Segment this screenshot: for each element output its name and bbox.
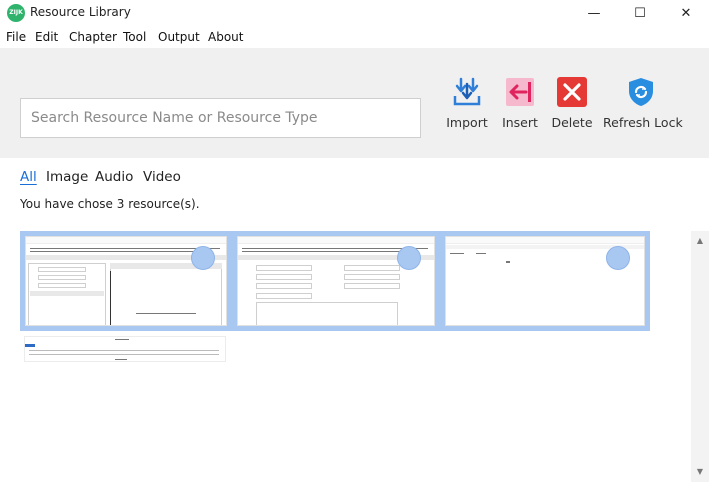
maximize-button[interactable]: ☐ — [617, 0, 663, 27]
resource-card[interactable] — [232, 231, 440, 331]
refresh-lock-button[interactable]: Refresh Lock — [603, 76, 683, 136]
import-icon — [453, 77, 481, 106]
window-title: Resource Library — [30, 5, 131, 19]
tab-video[interactable]: Video — [143, 169, 181, 185]
scroll-down-arrow-icon[interactable]: ▼ — [691, 464, 709, 480]
resource-library-window: ZIJK Resource Library — ☐ ✕ File Edit Ch… — [0, 0, 709, 482]
tab-audio[interactable]: Audio — [95, 169, 133, 185]
delete-button[interactable]: Delete — [540, 76, 604, 136]
scroll-up-arrow-icon[interactable]: ▲ — [691, 233, 709, 249]
app-logo-icon: ZIJK — [7, 4, 25, 22]
toolbar: Import Insert Delete — [0, 48, 709, 158]
title-bar: ZIJK Resource Library — ☐ ✕ — [0, 0, 709, 27]
selected-check-icon[interactable] — [397, 246, 421, 270]
selected-check-icon[interactable] — [606, 246, 630, 270]
refresh-lock-label: Refresh Lock — [603, 115, 683, 130]
menu-bar: File Edit Chapter Tool Output About — [0, 27, 709, 48]
resource-card[interactable] — [20, 333, 230, 365]
search-box — [20, 98, 421, 138]
menu-chapter[interactable]: Chapter — [69, 30, 117, 44]
resource-grid — [20, 231, 690, 482]
delete-x-icon — [557, 77, 587, 107]
shield-refresh-icon — [629, 78, 653, 106]
delete-label: Delete — [551, 115, 593, 130]
resource-card[interactable] — [440, 231, 650, 331]
menu-file[interactable]: File — [6, 30, 26, 44]
resource-card[interactable] — [20, 231, 232, 331]
tab-all[interactable]: All — [20, 169, 37, 185]
tab-image[interactable]: Image — [46, 169, 88, 185]
search-input[interactable] — [21, 99, 420, 137]
menu-output[interactable]: Output — [158, 30, 200, 44]
minimize-button[interactable]: — — [571, 0, 617, 27]
resource-thumbnail — [24, 336, 226, 362]
selection-status: You have chose 3 resource(s). — [20, 197, 200, 211]
close-button[interactable]: ✕ — [663, 0, 709, 27]
menu-tool[interactable]: Tool — [123, 30, 146, 44]
selected-check-icon[interactable] — [191, 246, 215, 270]
menu-about[interactable]: About — [208, 30, 243, 44]
insert-arrow-icon — [506, 78, 534, 106]
menu-edit[interactable]: Edit — [35, 30, 58, 44]
vertical-scrollbar[interactable]: ▲ ▼ — [691, 231, 709, 482]
